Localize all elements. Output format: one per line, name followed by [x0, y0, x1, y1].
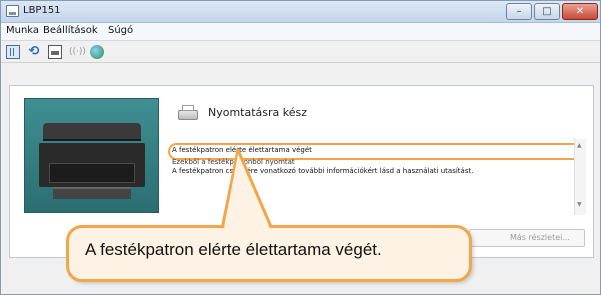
- callout-bubble: A festékpatron elérte élettartama végét.: [66, 225, 472, 282]
- menu-beallitasok[interactable]: Beállítások: [43, 25, 98, 36]
- toolbar: ⟲ ((·)): [1, 41, 600, 63]
- message-line: A festékpatron cseréjére vonatkozó továb…: [172, 167, 474, 175]
- menu-bar: Munka Beállítások Súgó: [1, 23, 600, 41]
- printer-image: [24, 98, 159, 213]
- message-line: Ezekből a festékpatronból nyomtat: [172, 158, 295, 166]
- menu-munka[interactable]: Munka: [6, 25, 39, 36]
- minimize-icon: –: [516, 6, 522, 17]
- message-scrollbar[interactable]: ▲ ▼: [574, 139, 586, 215]
- network-icon[interactable]: ((·)): [69, 45, 86, 59]
- printer-app-icon: [6, 5, 19, 17]
- refresh-icon[interactable]: ⟲: [27, 45, 41, 59]
- printer-top: [43, 123, 141, 141]
- menu-sugo[interactable]: Súgó: [108, 25, 133, 36]
- globe-icon[interactable]: [90, 45, 104, 59]
- pause-icon[interactable]: [6, 45, 20, 59]
- window-title: LBP151: [23, 5, 61, 16]
- print-queue-icon[interactable]: [48, 45, 62, 59]
- scroll-up-icon[interactable]: ▲: [577, 142, 582, 149]
- maximize-icon: □: [542, 6, 552, 17]
- close-icon: ✕: [575, 6, 585, 17]
- scroll-down-icon[interactable]: ▼: [577, 201, 582, 208]
- title-bar[interactable]: LBP151 – □ ✕: [1, 1, 600, 23]
- status-title: Nyomtatásra kész: [208, 106, 308, 119]
- printer-tray: [53, 187, 131, 199]
- close-button[interactable]: ✕: [562, 3, 598, 20]
- message-box[interactable]: A festékpatron elérte élettartama végét …: [168, 139, 584, 215]
- message-line: A festékpatron elérte élettartama végét: [172, 146, 312, 154]
- printer-front: [49, 163, 135, 183]
- maximize-button[interactable]: □: [534, 3, 560, 20]
- callout-text: A festékpatron elérte élettartama végét.: [85, 240, 382, 259]
- minimize-button[interactable]: –: [506, 3, 532, 20]
- printer-status-icon: [176, 103, 200, 123]
- details-button[interactable]: Más részletei...: [469, 229, 585, 247]
